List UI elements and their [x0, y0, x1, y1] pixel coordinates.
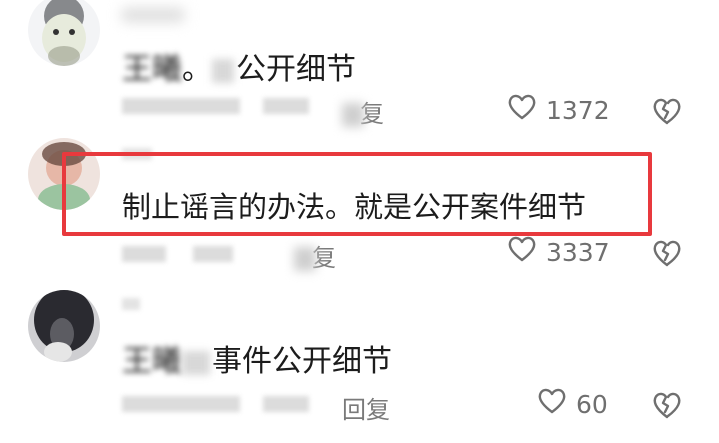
dislike-button[interactable] [650, 94, 684, 128]
comment-meta [122, 98, 310, 118]
dislike-button[interactable] [650, 236, 684, 270]
broken-heart-icon [650, 240, 684, 274]
reply-label: 回复 [342, 396, 390, 424]
comment-text-separator: 。 [182, 52, 212, 87]
username[interactable] [122, 8, 184, 26]
comment-text-blurred: 王曦 [122, 52, 182, 87]
avatar[interactable] [28, 0, 100, 66]
like-count: 1372 [546, 95, 610, 125]
broken-heart-icon [650, 98, 684, 132]
comment-meta [122, 246, 234, 266]
like-count: 3337 [546, 237, 610, 267]
avatar[interactable] [28, 290, 100, 362]
heart-outline-icon [536, 385, 568, 423]
reply-button[interactable]: 复 [294, 238, 336, 273]
comment-text-clear: 事件公开细节 [212, 344, 392, 379]
broken-heart-icon [650, 392, 684, 426]
comment-text: 王曦。 公开细节 [122, 44, 356, 88]
heart-outline-icon [506, 233, 538, 271]
highlight-box [62, 152, 652, 236]
comment-text: 王曦 事件公开细节 [122, 336, 392, 380]
reply-button[interactable]: 回复 [342, 390, 390, 425]
like-button[interactable]: 1372 [506, 92, 610, 128]
like-count: 60 [576, 389, 608, 419]
heart-outline-icon [506, 91, 538, 129]
like-button[interactable]: 3337 [506, 234, 610, 270]
comment-text-clear: 公开细节 [236, 52, 356, 87]
username[interactable] [122, 296, 140, 314]
dislike-button[interactable] [650, 388, 684, 422]
comment-text-blurred: 王曦 [122, 344, 182, 379]
comment-meta [122, 396, 310, 416]
like-button[interactable]: 60 [536, 386, 608, 422]
reply-button[interactable]: 复 [342, 94, 384, 129]
